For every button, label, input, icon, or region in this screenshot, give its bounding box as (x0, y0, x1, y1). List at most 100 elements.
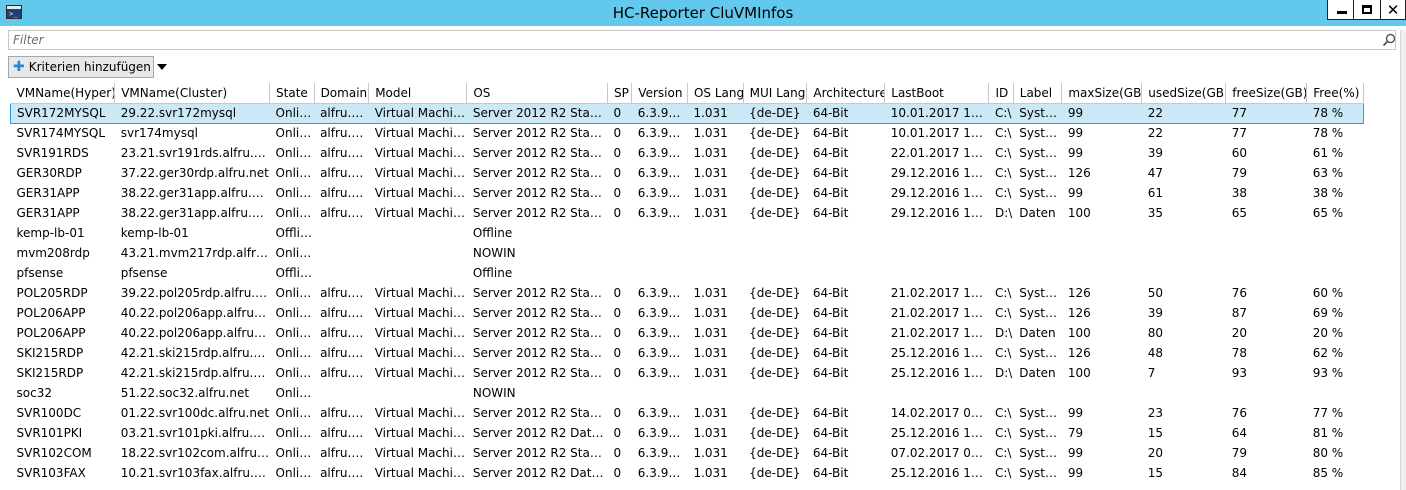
table-cell: 99 (1067, 446, 1084, 460)
column-header-maxsize-gb[interactable]: maxSize(GB) (1061, 83, 1143, 104)
table-cell: Online (275, 306, 315, 320)
table-cell (743, 383, 807, 403)
table-cell: 6.3.9600 (637, 286, 688, 300)
table-cell: 6.3.9600 (637, 186, 688, 200)
table-row[interactable]: SKI215RDP 42.21.ski215rdp.alfru.net Online… (11, 363, 1364, 383)
column-header-domain[interactable]: Domain (314, 83, 370, 104)
table-cell (1307, 223, 1364, 243)
table-cell: 0 (613, 126, 622, 141)
table-cell: {de-DE} (749, 206, 801, 220)
column-header-lastboot[interactable]: LastBoot (884, 83, 990, 104)
table-row[interactable]: SVR172MYSQL 29.22.svr172mysql Online alfru.… (10, 102, 1364, 124)
column-header-usedsize-gb[interactable]: usedSize(GB) (1141, 83, 1227, 104)
table-cell: 1.031 (693, 146, 728, 160)
table-cell: alfru.net (320, 446, 369, 460)
table-cell: 6.3.9600 (637, 466, 688, 480)
table-cell: 48 (1147, 346, 1164, 360)
table-row[interactable]: SVR103FAX 10.21.svr103fax.alfru.net Online… (11, 463, 1364, 483)
table-cell: System (1019, 466, 1062, 480)
table-cell: 01.22.svr100dc.alfru.net (120, 406, 270, 420)
table-cell: 15 (1147, 426, 1164, 440)
table-row[interactable]: GER31APP 38.22.ger31app.alfru.net Online al… (11, 203, 1364, 223)
table-cell: 100 (1067, 366, 1091, 380)
column-header-freesize-gb[interactable]: freeSize(GB) (1225, 83, 1308, 104)
column-header-free[interactable]: Free(%) (1306, 83, 1364, 104)
table-cell: 25.12.2016 13:17 (890, 346, 989, 360)
column-header-model[interactable]: Model (368, 83, 468, 104)
column-header-label[interactable]: Label (1013, 83, 1063, 104)
table-cell: 6.3.9600 (637, 406, 688, 420)
table-cell (369, 243, 467, 263)
grid-body: SVR172MYSQL 29.22.svr172mysql Online alfru.… (10, 102, 1364, 483)
table-cell: System (1013, 102, 1062, 124)
column-header-version[interactable]: Version (631, 83, 688, 104)
close-button[interactable]: ✕ (1380, 0, 1406, 20)
table-cell: 87 (1231, 306, 1248, 320)
table-cell: Online (275, 446, 315, 460)
table-cell: Online (275, 466, 315, 480)
table-cell: 21.02.2017 19:48 (890, 326, 989, 340)
table-cell: 6.3.9600 (637, 366, 688, 380)
column-header-state[interactable]: State (269, 83, 315, 104)
table-row[interactable]: SKI215RDP 42.21.ski215rdp.alfru.net Online… (11, 343, 1364, 363)
table-cell: Offline (275, 266, 315, 280)
table-row[interactable]: POL206APP 40.22.pol206app.alfru.net Online… (11, 303, 1364, 323)
column-header-vmname-hyper[interactable]: VMName(Hyper) (10, 83, 116, 104)
magnifier-icon[interactable] (1382, 33, 1396, 47)
table-cell: Server 2012 R2 Standard (472, 346, 608, 360)
title-bar: >_ HC-Reporter CluVMInfos ✕ (0, 0, 1406, 26)
table-row[interactable]: SVR101PKI 03.21.svr101pki.alfru.net Online… (11, 423, 1364, 443)
table-cell: C:\ (994, 166, 1012, 180)
column-header-os-lang[interactable]: OS Lang (687, 83, 744, 104)
table-cell: 29.22.svr172mysql (114, 102, 270, 124)
table-row[interactable]: SVR100DC 01.22.svr100dc.alfru.net Online al… (11, 403, 1364, 423)
table-cell: 0 (613, 146, 622, 160)
table-cell: D:\ (994, 206, 1013, 220)
column-header-mui-lang[interactable]: MUI Lang (743, 83, 808, 104)
plus-icon: ✚ (13, 59, 25, 75)
filter-input[interactable] (13, 31, 1373, 49)
table-cell: 64-Bit (812, 446, 849, 460)
vertical-scrollbar[interactable] (1400, 30, 1406, 490)
table-cell: alfru.net (314, 102, 369, 124)
table-cell: 6.3.9600 (637, 306, 688, 320)
column-header-sp[interactable]: SP (607, 83, 633, 104)
column-header-id[interactable]: ID (988, 83, 1014, 104)
table-row[interactable]: pfsense pfsense Offline Offline (11, 263, 1364, 283)
table-cell (807, 263, 885, 283)
table-cell (1142, 243, 1226, 263)
table-cell: Online (275, 126, 315, 141)
table-cell: Daten (1019, 366, 1056, 380)
column-header-vmname-cluster[interactable]: VMName(Cluster) (114, 83, 271, 104)
table-row[interactable]: SVR174MYSQL svr174mysql Online alfru.net Vir… (11, 123, 1364, 143)
table-row[interactable]: SVR102COM 18.22.svr102com.alfru.net Online… (11, 443, 1364, 463)
table-row[interactable]: POL205RDP 39.22.pol205rdp.alfru.net Online… (11, 283, 1364, 303)
table-cell: 64-Bit (812, 286, 849, 300)
table-cell: 99 (1061, 102, 1142, 124)
table-cell: 77 (1225, 102, 1307, 124)
table-cell: 126 (1067, 286, 1091, 300)
table-row[interactable]: GER30RDP 37.22.ger30rdp.alfru.net Online al… (11, 163, 1364, 183)
table-cell: Server 2012 R2 Standard (472, 146, 608, 160)
table-cell: 6.3.9600 (637, 166, 688, 180)
table-cell: alfru.net (320, 126, 369, 141)
table-cell: C:\ (994, 126, 1012, 141)
table-cell (369, 383, 467, 403)
table-row[interactable]: soc32 51.22.soc32.alfru.net Online NOWIN (11, 383, 1364, 403)
table-row[interactable]: GER31APP 38.22.ger31app.alfru.net Online al… (11, 183, 1364, 203)
table-row[interactable]: SVR191RDS 23.21.svr191rds.alfru.net Online… (11, 143, 1364, 163)
add-criteria-button[interactable]: ✚ Kriterien hinzufügen (8, 56, 167, 78)
table-cell: C:\ (994, 306, 1012, 320)
table-cell: 100 (1067, 206, 1091, 220)
table-row[interactable]: kemp-lb-01 kemp-lb-01 Offline Offline (11, 223, 1364, 243)
table-row[interactable]: mvm208rdp 43.21.mvm217rdp.alfru.net Online… (11, 243, 1364, 263)
table-row[interactable]: POL206APP 40.22.pol206app.alfru.net Online… (11, 323, 1364, 343)
table-cell: 6.3.9600 (637, 326, 688, 340)
table-cell (885, 383, 989, 403)
table-cell: System (1019, 406, 1062, 420)
column-header-architecture[interactable]: Architecture (806, 83, 886, 104)
table-cell: Virtual Machine (374, 306, 467, 320)
table-cell: alfru.net (320, 166, 369, 180)
column-header-os[interactable]: OS (466, 83, 609, 104)
maximize-button[interactable] (1353, 0, 1381, 20)
